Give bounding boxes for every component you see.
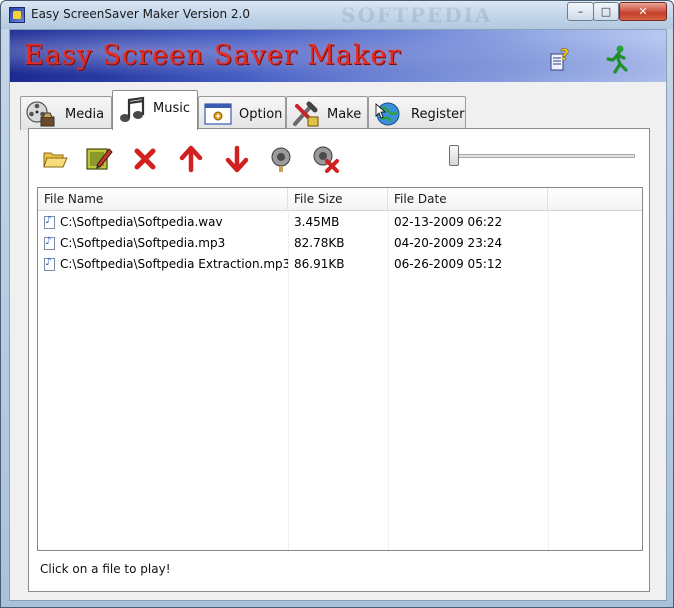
- open-folder-icon[interactable]: [39, 143, 71, 175]
- settings-window-icon: [204, 103, 232, 125]
- banner-title: Easy Screen Saver Maker: [24, 40, 402, 71]
- audio-file-icon: [44, 215, 55, 229]
- status-text: Click on a file to play!: [40, 562, 171, 576]
- music-file-list[interactable]: File Name File Size File Date C:\Softped…: [37, 187, 643, 551]
- volume-slider-track: [449, 154, 635, 158]
- tab-make[interactable]: Make: [286, 96, 368, 130]
- file-name-cell: C:\Softpedia\Softpedia.wav: [60, 215, 223, 229]
- list-header: File Name File Size File Date: [38, 188, 642, 211]
- help-icon[interactable]: ?: [550, 46, 572, 72]
- column-header-file-name[interactable]: File Name: [38, 188, 288, 211]
- file-size-cell: 82.78KB: [294, 236, 345, 250]
- file-name-cell: C:\Softpedia\Softpedia.mp3: [60, 236, 226, 250]
- file-date-cell: 06-26-2009 05:12: [394, 257, 503, 271]
- title-bar[interactable]: Easy ScreenSaver Maker Version 2.0 SOFTP…: [1, 1, 673, 29]
- maximize-button[interactable]: □: [593, 2, 619, 21]
- app-window: Easy ScreenSaver Maker Version 2.0 SOFTP…: [0, 0, 674, 608]
- list-body: C:\Softpedia\Softpedia.wav 3.45MB 02-13-…: [38, 211, 642, 550]
- client-area: Easy Screen Saver Maker ? Media Music Op…: [9, 29, 667, 601]
- file-name-cell: C:\Softpedia\Softpedia Extraction.mp3: [60, 257, 288, 271]
- file-date-cell: 04-20-2009 23:24: [394, 236, 503, 250]
- audio-file-icon: [44, 236, 55, 250]
- file-date-cell: 02-13-2009 06:22: [394, 215, 503, 229]
- delete-icon[interactable]: [129, 143, 161, 175]
- film-reel-icon: [26, 101, 55, 127]
- file-size-cell: 86.91KB: [294, 257, 345, 271]
- music-panel: File Name File Size File Date C:\Softped…: [28, 128, 650, 592]
- move-up-icon[interactable]: [175, 143, 207, 175]
- file-size-cell: 3.45MB: [294, 215, 340, 229]
- volume-slider-thumb[interactable]: [449, 145, 459, 166]
- globe-cursor-icon: [375, 102, 400, 126]
- column-header-file-date[interactable]: File Date: [388, 188, 548, 211]
- tools-icon: [293, 101, 319, 127]
- header-banner: Easy Screen Saver Maker ?: [10, 30, 666, 82]
- close-button[interactable]: ✕: [619, 2, 667, 21]
- tab-music-label: Music: [153, 101, 190, 116]
- play-sound-icon[interactable]: [265, 143, 297, 175]
- tab-option-label: Option: [239, 107, 283, 122]
- move-down-icon[interactable]: [221, 143, 253, 175]
- exit-icon[interactable]: [600, 44, 632, 76]
- music-notes-icon: [120, 96, 145, 122]
- app-icon: [9, 7, 25, 23]
- tab-register-label: Register: [411, 107, 465, 122]
- edit-image-icon[interactable]: [83, 143, 115, 175]
- tab-music[interactable]: Music: [112, 90, 198, 130]
- watermark-text: SOFTPEDIA: [341, 3, 493, 27]
- tab-make-label: Make: [327, 107, 362, 122]
- table-row[interactable]: C:\Softpedia\Softpedia Extraction.mp3 86…: [38, 254, 642, 275]
- column-header-file-size[interactable]: File Size: [288, 188, 388, 211]
- volume-slider[interactable]: [449, 145, 635, 167]
- table-row[interactable]: C:\Softpedia\Softpedia.mp3 82.78KB 04-20…: [38, 233, 642, 254]
- svg-text:?: ?: [560, 46, 569, 64]
- stop-sound-icon[interactable]: [309, 143, 341, 175]
- table-row[interactable]: C:\Softpedia\Softpedia.wav 3.45MB 02-13-…: [38, 212, 642, 233]
- tab-media[interactable]: Media: [20, 96, 112, 130]
- tab-option[interactable]: Option: [198, 96, 286, 130]
- window-title: Easy ScreenSaver Maker Version 2.0: [31, 7, 250, 21]
- tab-register[interactable]: Register: [368, 96, 466, 130]
- audio-file-icon: [44, 257, 55, 271]
- minimize-button[interactable]: –: [567, 2, 594, 21]
- tab-media-label: Media: [65, 107, 105, 122]
